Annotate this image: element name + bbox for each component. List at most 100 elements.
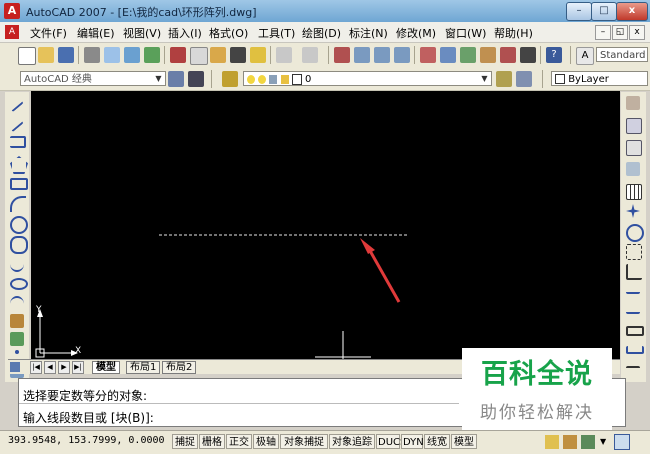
last-tab-button[interactable]: ▶| (72, 361, 84, 374)
tray-settings-icon[interactable] (581, 435, 595, 449)
menu-tools[interactable]: 工具(T) (258, 25, 295, 41)
menu-insert[interactable]: 插入(I) (168, 25, 202, 41)
drawing-canvas[interactable]: Y X (31, 91, 620, 359)
menu-help[interactable]: 帮助(H) (494, 25, 533, 41)
scale-icon[interactable] (626, 244, 642, 260)
polar-toggle[interactable]: 极轴 (253, 434, 279, 449)
layer-previous-icon[interactable] (516, 71, 532, 87)
menu-file[interactable]: 文件(F) (30, 25, 67, 41)
linetype-select[interactable]: ByLayer (551, 71, 648, 86)
construction-line-icon[interactable] (10, 119, 24, 133)
move-icon[interactable] (626, 204, 640, 218)
save-icon[interactable] (58, 47, 74, 63)
markup-icon[interactable] (500, 47, 516, 63)
otrack-toggle[interactable]: 对象追踪 (329, 434, 375, 449)
help-icon[interactable]: ? (546, 47, 562, 63)
grid-toggle[interactable]: 栅格 (199, 434, 225, 449)
my-workspace-icon[interactable] (188, 71, 204, 87)
make-layer-current-icon[interactable] (496, 71, 512, 87)
menu-edit[interactable]: 编辑(E) (77, 25, 115, 41)
make-block-icon[interactable] (10, 332, 24, 346)
insert-block-icon[interactable] (10, 314, 24, 328)
ortho-toggle[interactable]: 正交 (226, 434, 252, 449)
menu-draw[interactable]: 绘图(D) (302, 25, 341, 41)
polygon-icon[interactable] (10, 156, 28, 174)
minimize-button[interactable]: – (566, 2, 592, 21)
array-icon[interactable] (626, 184, 642, 200)
model-toggle[interactable]: 模型 (451, 434, 477, 449)
tool-palettes-icon[interactable] (460, 47, 476, 63)
new-icon[interactable] (18, 47, 36, 65)
document-icon[interactable]: A (5, 25, 19, 39)
tab-model[interactable]: 模型 (92, 361, 120, 374)
arc-icon[interactable] (10, 196, 26, 212)
lineweight-toggle[interactable]: 线宽 (424, 434, 450, 449)
prev-tab-button[interactable]: ◀ (44, 361, 56, 374)
erase-icon[interactable] (626, 96, 640, 110)
chevron-down-icon[interactable]: ▼ (600, 437, 606, 446)
layer-manager-icon[interactable] (222, 71, 238, 87)
match-properties-icon[interactable] (230, 47, 246, 63)
revision-cloud-icon[interactable] (10, 236, 28, 254)
plot-icon[interactable] (84, 47, 100, 63)
mdi-close-button[interactable]: x (629, 25, 645, 40)
mdi-minimize-button[interactable]: – (595, 25, 611, 40)
tab-layout2[interactable]: 布局2 (162, 361, 197, 374)
mdi-restore-button[interactable]: ◱ (612, 25, 628, 40)
extend-icon[interactable] (626, 306, 640, 314)
first-tab-button[interactable]: |◀ (30, 361, 42, 374)
cut-icon[interactable] (170, 47, 186, 63)
workspace-settings-icon[interactable] (168, 71, 184, 87)
layer-select[interactable]: 0 ▼ (243, 71, 492, 86)
ellipse-arc-icon[interactable] (10, 296, 24, 312)
copy-object-icon[interactable] (626, 118, 642, 134)
open-icon[interactable] (38, 47, 54, 63)
line-icon[interactable] (10, 99, 24, 113)
osnap-toggle[interactable]: 对象捕捉 (280, 434, 328, 449)
design-center-icon[interactable] (440, 47, 456, 63)
menu-modify[interactable]: 修改(M) (396, 25, 436, 41)
ducs-toggle[interactable]: DUCS (376, 434, 406, 449)
undo-icon[interactable] (276, 47, 292, 63)
text-style-select[interactable]: Standard (596, 47, 648, 62)
fillet-icon[interactable] (626, 366, 640, 371)
dyn-toggle[interactable]: DYN (401, 434, 424, 449)
polyline-icon[interactable] (10, 136, 26, 148)
circle-icon[interactable] (10, 216, 28, 234)
clean-screen-icon[interactable] (614, 434, 630, 450)
pan-icon[interactable] (334, 47, 350, 63)
next-tab-button[interactable]: ▶ (58, 361, 70, 374)
zoom-window-icon[interactable] (374, 47, 390, 63)
chamfer-icon[interactable] (626, 346, 644, 354)
workspace-select[interactable]: AutoCAD 经典 ▼ (20, 71, 166, 86)
maximize-button[interactable]: □ (591, 2, 617, 21)
point-icon[interactable] (15, 350, 19, 354)
close-button[interactable]: x (616, 2, 648, 21)
sheet-set-icon[interactable] (480, 47, 496, 63)
lock-icon[interactable] (545, 435, 559, 449)
break-icon[interactable] (626, 326, 644, 336)
properties-icon[interactable] (420, 47, 436, 63)
rectangle-icon[interactable] (10, 178, 28, 190)
menu-view[interactable]: 视图(V) (123, 25, 161, 41)
offset-icon[interactable] (626, 162, 640, 176)
autocad-app-icon[interactable]: A (4, 3, 20, 19)
ellipse-icon[interactable] (10, 278, 28, 290)
redo-icon[interactable] (302, 47, 318, 63)
spline-icon[interactable] (10, 256, 24, 272)
communication-icon[interactable] (563, 435, 577, 449)
command-prompt[interactable]: 输入线段数目或 [块(B)]: (23, 409, 154, 426)
stretch-icon[interactable] (626, 264, 642, 280)
menu-format[interactable]: 格式(O) (209, 25, 248, 41)
paste-icon[interactable] (210, 47, 226, 63)
calculator-icon[interactable] (520, 47, 536, 63)
publish-icon[interactable] (124, 47, 140, 63)
text-style-icon[interactable]: A (576, 47, 594, 65)
zoom-previous-icon[interactable] (394, 47, 410, 63)
3d-dwf-icon[interactable] (144, 47, 160, 63)
rotate-icon[interactable] (626, 224, 644, 242)
block-editor-icon[interactable] (250, 47, 266, 63)
plot-preview-icon[interactable] (104, 47, 120, 63)
tab-layout1[interactable]: 布局1 (126, 361, 161, 374)
menu-dimension[interactable]: 标注(N) (349, 25, 388, 41)
